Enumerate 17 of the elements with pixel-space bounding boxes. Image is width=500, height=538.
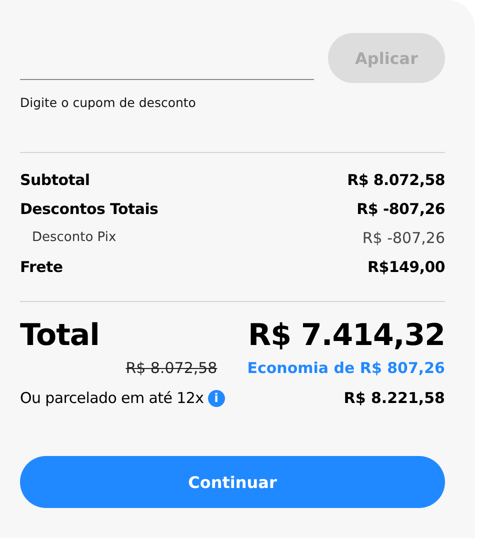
- summary-label: Subtotal: [20, 170, 90, 188]
- info-icon[interactable]: i: [208, 390, 225, 406]
- coupon-helper-text: Digite o cupom de desconto: [20, 95, 197, 110]
- total-label: Total: [20, 318, 100, 353]
- installment-label: Ou parcelado em até 12x: [20, 389, 204, 407]
- summary-value: R$ 8.072,58: [347, 170, 445, 188]
- installment-value: R$ 8.221,58: [344, 389, 445, 407]
- total-value: R$ 7.414,32: [248, 318, 445, 353]
- summary-label: Descontos Totais: [20, 200, 158, 218]
- summary-value: R$ -807,26: [356, 200, 445, 218]
- summary-label: Frete: [20, 258, 63, 276]
- summary-value: R$149,00: [368, 258, 445, 276]
- savings-text: Economia de R$ 807,26: [247, 359, 445, 377]
- continue-button[interactable]: Continuar: [20, 456, 445, 508]
- old-price: R$ 8.072,58: [126, 359, 218, 377]
- summary-value: R$ -807,26: [362, 228, 445, 246]
- summary-label: Desconto Pix: [31, 230, 116, 245]
